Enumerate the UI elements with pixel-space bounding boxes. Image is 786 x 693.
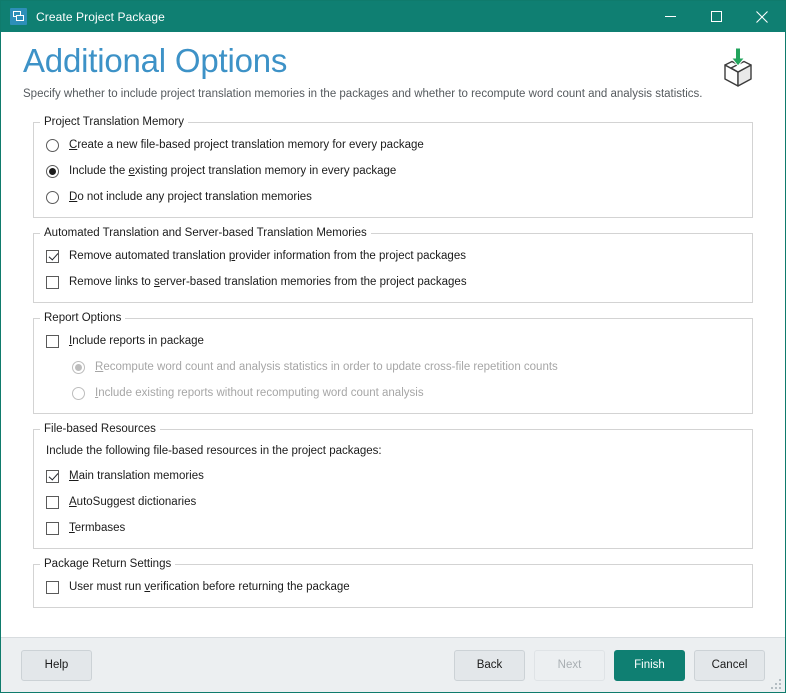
minimize-icon[interactable] — [647, 1, 693, 32]
group-automated-translation: Automated Translation and Server-based T… — [33, 227, 753, 303]
page-title: Additional Options — [23, 42, 288, 79]
radio-label-include-existing-tm: Include the existing project translation… — [69, 165, 397, 177]
window-controls — [647, 1, 785, 32]
group-report-options: Report Options Include reports in packag… — [33, 312, 753, 414]
checkbox-remove-at-provider[interactable] — [46, 249, 59, 263]
page-subtitle: Specify whether to include project trans… — [23, 88, 703, 100]
next-button: Next — [534, 649, 605, 681]
radio-row-include-existing-reports[interactable]: Include existing reports without recompu… — [34, 380, 752, 406]
checkbox-row-autosuggest-dictionaries[interactable]: AutoSuggest dictionaries — [34, 489, 752, 515]
checkbox-run-verification[interactable] — [46, 580, 59, 594]
checkbox-row-main-translation-memories[interactable]: Main translation memories — [34, 463, 752, 489]
checkbox-label-run-verification: User must run verification before return… — [69, 581, 350, 593]
help-button[interactable]: Help — [21, 649, 92, 681]
group-package-return-settings: Package Return Settings User must run ve… — [33, 558, 753, 608]
checkbox-row-termbases[interactable]: Termbases — [34, 515, 752, 541]
checkbox-include-reports[interactable] — [46, 334, 59, 348]
radio-include-existing-reports[interactable] — [72, 386, 85, 400]
radio-create-new-tm[interactable] — [46, 138, 59, 152]
checkbox-label-autosuggest-dictionaries: AutoSuggest dictionaries — [69, 496, 197, 508]
options-body: Project Translation Memory Create a new … — [1, 116, 785, 637]
radio-label-create-new-tm: Create a new file-based project translat… — [69, 139, 424, 151]
page-header: Additional Options Specify whether to in… — [1, 32, 785, 116]
radio-row-recompute-word-count[interactable]: Recompute word count and analysis statis… — [34, 354, 752, 380]
window-title-bar[interactable]: Create Project Package — [1, 1, 785, 32]
finish-button[interactable]: Finish — [614, 649, 685, 681]
radio-include-existing-tm[interactable] — [46, 164, 59, 178]
window-title: Create Project Package — [36, 9, 165, 24]
group-legend-automated-translation: Automated Translation and Server-based T… — [44, 227, 367, 239]
app-window-icon — [10, 8, 27, 25]
group-legend-report-options: Report Options — [44, 312, 122, 324]
dialog-footer: Help Back Next Finish Cancel — [1, 637, 785, 692]
checkbox-main-translation-memories[interactable] — [46, 469, 59, 483]
checkbox-label-include-reports: Include reports in package — [69, 335, 204, 347]
radio-label-recompute-word-count: Recompute word count and analysis statis… — [95, 361, 558, 373]
checkbox-row-include-reports[interactable]: Include reports in package — [34, 328, 752, 354]
group-legend-package-return-settings: Package Return Settings — [44, 558, 172, 570]
checkbox-autosuggest-dictionaries[interactable] — [46, 495, 59, 509]
group-legend-project-translation-memory: Project Translation Memory — [44, 116, 184, 128]
close-icon[interactable] — [739, 1, 785, 32]
package-download-icon — [715, 45, 761, 91]
radio-row-create-new-tm[interactable]: Create a new file-based project translat… — [34, 132, 752, 158]
radio-no-tm[interactable] — [46, 190, 59, 204]
group-legend-file-based-resources: File-based Resources — [44, 423, 156, 435]
checkbox-termbases[interactable] — [46, 521, 59, 535]
checkbox-label-remove-server-tm-links: Remove links to server-based translation… — [69, 276, 467, 288]
radio-row-include-existing-tm[interactable]: Include the existing project translation… — [34, 158, 752, 184]
footer-nav-buttons: Back Next Finish Cancel — [454, 649, 765, 681]
group-project-translation-memory: Project Translation Memory Create a new … — [33, 116, 753, 218]
file-resources-intro: Include the following file-based resourc… — [46, 445, 382, 457]
cancel-button[interactable]: Cancel — [694, 649, 765, 681]
checkbox-remove-server-tm-links[interactable] — [46, 275, 59, 289]
checkbox-label-termbases: Termbases — [69, 522, 126, 534]
maximize-icon[interactable] — [693, 1, 739, 32]
radio-label-no-tm: Do not include any project translation m… — [69, 191, 312, 203]
radio-label-include-existing-reports: Include existing reports without recompu… — [95, 387, 424, 399]
radio-row-no-tm[interactable]: Do not include any project translation m… — [34, 184, 752, 210]
group-file-based-resources: File-based Resources Include the followi… — [33, 423, 753, 549]
radio-recompute-word-count[interactable] — [72, 360, 85, 374]
back-button[interactable]: Back — [454, 649, 525, 681]
checkbox-label-remove-at-provider: Remove automated translation provider in… — [69, 250, 466, 262]
checkbox-row-remove-at-provider[interactable]: Remove automated translation provider in… — [34, 243, 752, 269]
resize-grip[interactable] — [768, 676, 781, 689]
checkbox-row-run-verification[interactable]: User must run verification before return… — [34, 574, 752, 600]
checkbox-label-main-translation-memories: Main translation memories — [69, 470, 204, 482]
checkbox-row-remove-server-tm-links[interactable]: Remove links to server-based translation… — [34, 269, 752, 295]
